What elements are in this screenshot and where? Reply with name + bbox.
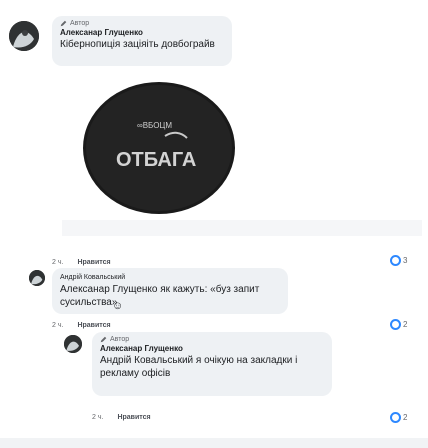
like-button[interactable]: Нравится xyxy=(77,322,110,329)
media-text-main: ОТБАГА xyxy=(116,149,196,171)
reply-actions: 2 ч. Нравится xyxy=(92,414,151,421)
media-text-top: ∞ВБОЦМ xyxy=(137,121,172,130)
reaction-counter[interactable]: 2 xyxy=(390,319,407,330)
pencil-icon xyxy=(100,336,107,343)
bottom-fade xyxy=(0,438,428,448)
post-media[interactable]: ∞ВБОЦМ ОТБАГА xyxy=(67,78,265,218)
post-text: Кібернопиція заціяіть довбограйв xyxy=(60,39,215,50)
top-cut-text xyxy=(0,0,428,9)
comment-time[interactable]: 2 ч. xyxy=(52,322,63,329)
like-reaction-icon xyxy=(390,255,401,266)
post-time[interactable]: 2 ч. xyxy=(52,259,63,266)
person-emoji-icon: ☺ xyxy=(112,300,124,312)
like-button[interactable]: Нравится xyxy=(117,414,150,421)
media-footer xyxy=(62,220,422,236)
like-reaction-icon xyxy=(390,319,401,330)
comment-bubble: Андрій Ковальський Алексанар Глущенко як… xyxy=(52,268,288,314)
comment-text: Алексанар Глущенко як кажуть: «буз запит… xyxy=(60,284,260,308)
reply-bubble: Автор Алексанар Глущенко Андрій Ковальсь… xyxy=(92,332,332,396)
author-badge: Автор xyxy=(100,336,324,343)
post-actions: 2 ч. Нравится xyxy=(52,259,111,266)
reply-text: Андрій Ковальський я очікую на закладки … xyxy=(100,355,298,379)
post-bubble: Автор Алексанар Глущенко Кібернопиція за… xyxy=(52,16,232,66)
pencil-icon xyxy=(60,20,67,27)
avatar[interactable] xyxy=(9,21,39,51)
comment-author-name[interactable]: Андрій Ковальський xyxy=(60,272,280,283)
reply-author-name[interactable]: Алексанар Глущенко xyxy=(100,343,324,354)
author-badge: Автор xyxy=(60,20,224,27)
reaction-counter[interactable]: 3 xyxy=(390,255,407,266)
reaction-counter[interactable]: 2 xyxy=(390,412,407,423)
reply-time[interactable]: 2 ч. xyxy=(92,414,103,421)
avatar[interactable] xyxy=(29,270,45,286)
like-reaction-icon xyxy=(390,412,401,423)
like-button[interactable]: Нравится xyxy=(77,259,110,266)
comment-actions: 2 ч. Нравится xyxy=(52,322,111,329)
avatar[interactable] xyxy=(64,335,82,353)
post-author-name[interactable]: Алексанар Глущенко xyxy=(60,27,224,38)
